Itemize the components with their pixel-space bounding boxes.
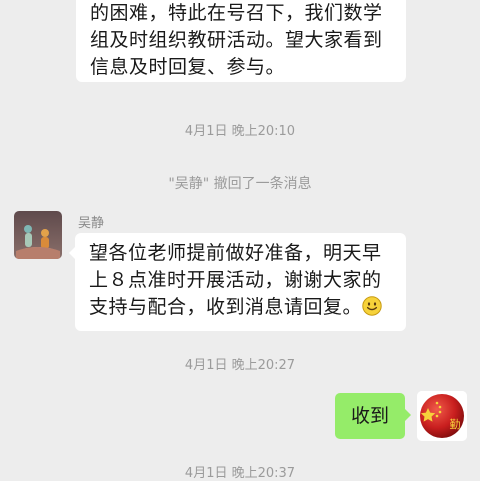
avatar[interactable]: 勤 bbox=[417, 391, 467, 441]
sender-name: 吴静 bbox=[78, 216, 105, 231]
message-text-line: 上８点准时开展活动，谢谢大家的 bbox=[89, 269, 382, 291]
avatar[interactable] bbox=[14, 211, 62, 259]
timestamp: 4月1日 晚上20:27 bbox=[184, 358, 296, 373]
avatar-figurine-icon bbox=[14, 211, 62, 259]
avatar-red-ball-icon: 勤 bbox=[417, 391, 467, 441]
timestamp: 4月1日 晚上20:10 bbox=[184, 124, 296, 139]
message-text-line: 组及时组织教研活动。望大家看到 bbox=[90, 29, 383, 51]
message-text-line: 的困难，特此在号召下，我们数学 bbox=[90, 2, 383, 24]
avatar-glyph: 勤 bbox=[450, 418, 461, 431]
message-bubble[interactable]: 的困难，特此在号召下，我们数学 组及时组织教研活动。望大家看到 信息及时回复、参… bbox=[76, 0, 406, 82]
my-message-bubble[interactable]: 收到 bbox=[335, 393, 411, 439]
recall-notice: "吴静" 撤回了一条消息 bbox=[168, 176, 312, 192]
message-text: 支持与配合，收到消息请回复。 bbox=[89, 296, 363, 318]
message-text-line: 望各位老师提前做好准备，明天早 bbox=[89, 242, 382, 264]
smiley-emoji-icon bbox=[362, 296, 382, 316]
message-text-line: 信息及时回复、参与。 bbox=[90, 56, 286, 78]
message-bubble[interactable]: 望各位老师提前做好准备，明天早 上８点准时开展活动，谢谢大家的 支持与配合，收到… bbox=[69, 233, 406, 331]
timestamp: 4月1日 晚上20:37 bbox=[184, 466, 296, 481]
message-text-line-with-emoji: 支持与配合，收到消息请回复。 bbox=[89, 294, 394, 321]
